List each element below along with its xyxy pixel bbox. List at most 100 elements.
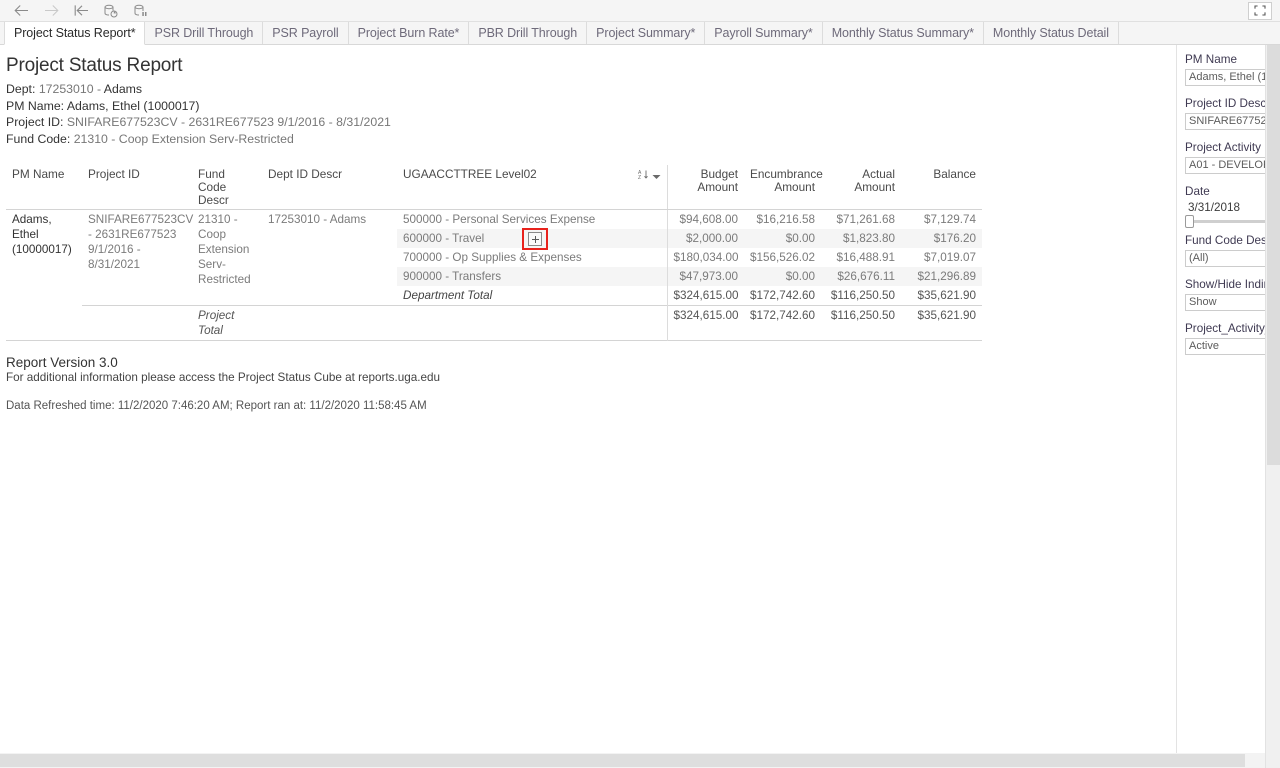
tab-label: Monthly Status Detail	[992, 26, 1109, 40]
bottom-scroll-band	[0, 753, 1280, 768]
expand-button-highlight	[522, 228, 548, 250]
col-header-project-id[interactable]: Project ID	[82, 165, 192, 210]
cell-department-total-budget: $324,615.00	[666, 286, 744, 306]
meta-project-id-label: Project ID:	[6, 115, 64, 129]
col-header-dept-id-descr[interactable]: Dept ID Descr	[262, 165, 397, 210]
tab-label: PSR Drill Through	[154, 26, 254, 40]
report-timestamp: Data Refreshed time: 11/2/2020 7:46:20 A…	[6, 399, 427, 412]
tab-label: PBR Drill Through	[478, 26, 578, 40]
pause-auto-updates-icon[interactable]	[126, 1, 156, 21]
cell-actual: $26,676.11	[837, 270, 895, 283]
page-title: Project Status Report	[6, 55, 183, 76]
cell-spacer-project-id	[82, 305, 192, 341]
meta-dept-value-bold: Adams	[103, 82, 143, 96]
cell-encumbrance: $0.00	[785, 270, 815, 283]
cell-balance: $21,296.89	[917, 270, 977, 283]
forward-arrow-icon[interactable]	[36, 1, 66, 21]
col-header-budget-amount[interactable]: Budget Amount	[666, 165, 744, 210]
table-header-row: PM Name Project ID Fund Code Descr Dept …	[6, 165, 982, 210]
cell-budget: $2,000.00	[666, 229, 744, 248]
expand-hierarchy-button[interactable]	[528, 232, 542, 246]
col-header-encumbrance-amount[interactable]: Encumbrance Amount	[744, 165, 823, 210]
cell-budget: $47,973.00	[666, 267, 744, 286]
workspace: Project Status Report Dept: 17253010 - A…	[0, 45, 1280, 768]
tab-monthly-status-summary[interactable]: Monthly Status Summary*	[822, 22, 984, 44]
meta-dept-value: 17253010 -	[38, 82, 104, 96]
tab-label: Project Burn Rate*	[357, 26, 460, 40]
report-version: Report Version 3.0	[6, 354, 118, 370]
cell-department-total-label: Department Total	[403, 289, 493, 302]
cell-project-total-encumbrance: $172,742.60	[744, 305, 821, 341]
cell-department-total-balance: $35,621.90	[917, 289, 977, 302]
cell-balance: $7,129.74	[924, 213, 976, 226]
cell-fund-code-descr: 21310 - Coop Extension Serv-Restricted	[198, 213, 251, 286]
cell-project-total-budget: $324,615.00	[666, 305, 744, 341]
tab-psr-drill-through[interactable]: PSR Drill Through	[145, 22, 264, 44]
meta-project-id: Project ID: SNIFARE677523CV - 2631RE6775…	[6, 114, 1176, 131]
tab-project-summary[interactable]: Project Summary*	[587, 22, 706, 44]
cell-actual: $71,261.68	[836, 213, 896, 226]
col-header-ugaaccttree-label: UGAACCTTREE Level02	[403, 167, 537, 181]
report-footer: Report Version 3.0 For additional inform…	[6, 355, 1176, 412]
meta-fund-code-label: Fund Code:	[6, 131, 71, 146]
project-status-table: PM Name Project ID Fund Code Descr Dept …	[6, 165, 982, 343]
cell-project-total-label: Project Total	[192, 305, 262, 341]
meta-project-id-value: SNIFARE677523CV - 2631RE677523 9/1/2016 …	[66, 115, 391, 129]
cell-balance: $7,019.07	[924, 251, 976, 264]
meta-dept-label: Dept:	[6, 82, 36, 96]
cell-project-total-balance: $35,621.90	[901, 305, 982, 341]
vertical-scrollbar[interactable]	[1265, 45, 1280, 768]
meta-fund-code-value: 21310 - Coop Extension Serv-Restricted	[73, 131, 294, 146]
meta-pm-name: PM Name: Adams, Ethel (1000017)	[6, 98, 1176, 115]
col-header-balance[interactable]: Balance	[901, 165, 982, 210]
cell-budget: $180,034.00	[666, 248, 744, 267]
col-header-pm-name[interactable]: PM Name	[6, 165, 82, 210]
cell-department-total-encumbrance: $172,742.60	[750, 289, 815, 302]
tab-monthly-status-detail[interactable]: Monthly Status Detail	[983, 22, 1119, 44]
sheet-tab-strip: Project Status Report* PSR Drill Through…	[0, 22, 1280, 45]
tab-psr-payroll[interactable]: PSR Payroll	[263, 22, 349, 44]
tab-label: Payroll Summary*	[714, 26, 813, 40]
date-slider-handle[interactable]	[1185, 215, 1194, 228]
cell-project-id: SNIFARE677523CV - 2631RE677523 9/1/2016 …	[88, 213, 194, 271]
col-header-fund-code-descr[interactable]: Fund Code Descr	[192, 165, 262, 210]
sort-controls[interactable]: A Z	[638, 168, 661, 183]
tab-label: Monthly Status Summary*	[831, 26, 974, 40]
cell-account: 700000 - Op Supplies & Expenses	[403, 251, 582, 264]
meta-dept: Dept: 17253010 - Adams	[6, 81, 1176, 98]
table-bottom-rule	[6, 340, 982, 343]
tab-payroll-summary[interactable]: Payroll Summary*	[705, 22, 823, 44]
cell-encumbrance: $0.00	[785, 232, 815, 245]
report-info: For additional information please access…	[6, 370, 440, 384]
svg-text:Z: Z	[638, 175, 641, 180]
cell-department-total-actual: $116,250.50	[830, 289, 895, 302]
tab-project-burn-rate[interactable]: Project Burn Rate*	[348, 22, 470, 44]
sort-ascending-icon[interactable]: A Z	[638, 169, 649, 183]
refresh-data-source-icon[interactable]	[96, 1, 126, 21]
revert-to-start-icon[interactable]	[66, 1, 96, 21]
tab-label: Project Status Report*	[14, 26, 136, 40]
col-header-actual-amount[interactable]: Actual Amount	[821, 165, 901, 210]
back-arrow-icon[interactable]	[6, 1, 36, 21]
col-header-ugaaccttree-level02[interactable]: UGAACCTTREE Level02 A Z	[397, 165, 667, 210]
cell-actual: $16,488.91	[836, 251, 896, 264]
enter-full-screen-icon[interactable]	[1248, 1, 1272, 20]
project-total-row[interactable]: Project Total $324,615.00 $172,742.60 $1…	[6, 305, 982, 341]
tab-pbr-drill-through[interactable]: PBR Drill Through	[469, 22, 588, 44]
table-row[interactable]: Adams, Ethel (10000017) SNIFARE677523CV …	[6, 209, 982, 286]
horizontal-scrollbar[interactable]	[0, 753, 1265, 768]
horizontal-scrollbar-thumb[interactable]	[0, 754, 1245, 767]
cell-actual: $1,823.80	[843, 232, 895, 245]
cell-account: 900000 - Transfers	[403, 270, 502, 283]
vertical-scrollbar-thumb[interactable]	[1267, 45, 1280, 465]
chevron-down-icon[interactable]	[652, 170, 661, 183]
cell-dept-id-descr: 17253010 - Adams	[268, 213, 367, 226]
tab-project-status-report[interactable]: Project Status Report*	[4, 22, 146, 45]
cell-budget: $94,608.00	[666, 209, 744, 229]
meta-fund-code: Fund Code: 21310 - Coop Extension Serv-R…	[6, 131, 1176, 148]
meta-pm-name-value: Adams, Ethel (1000017)	[66, 98, 200, 113]
cell-account: 500000 - Personal Services Expense	[403, 213, 596, 226]
meta-pm-name-label: PM Name:	[6, 98, 65, 113]
plus-icon	[531, 235, 539, 243]
cell-spacer-dept	[262, 305, 397, 341]
